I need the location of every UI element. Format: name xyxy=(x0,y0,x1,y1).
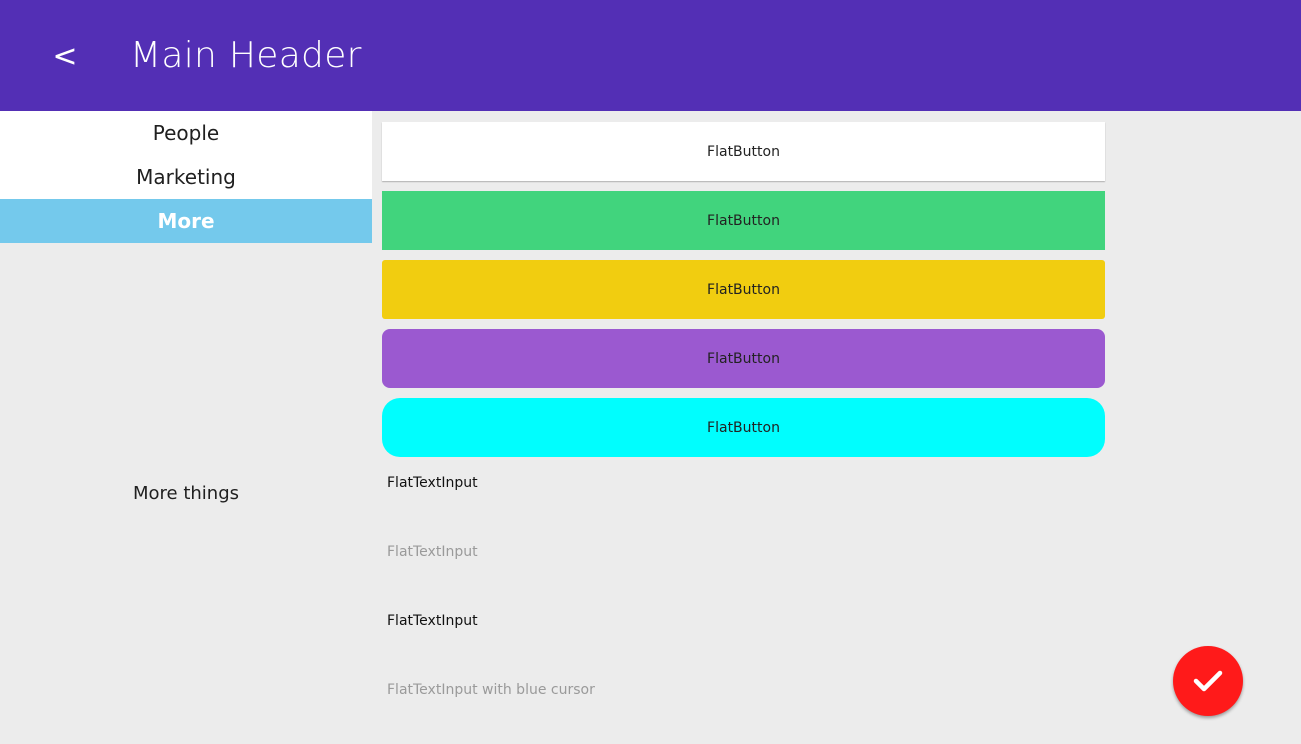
text-input-blue-cursor[interactable] xyxy=(382,655,1105,724)
text-input-list xyxy=(382,448,1105,724)
flat-button-purple[interactable]: FlatButton xyxy=(382,329,1105,388)
flat-button-green[interactable]: FlatButton xyxy=(382,191,1105,250)
button-list: FlatButton FlatButton FlatButton FlatBut… xyxy=(382,122,1105,467)
page-title: Main Header xyxy=(130,35,362,76)
sidebar-item-marketing[interactable]: Marketing xyxy=(0,155,372,199)
app-header: < Main Header xyxy=(0,0,1301,111)
sidebar-item-more[interactable]: More xyxy=(0,199,372,243)
text-input-2[interactable] xyxy=(382,517,1105,586)
confirm-fab-button[interactable] xyxy=(1173,646,1243,716)
back-button[interactable]: < xyxy=(40,28,90,84)
flat-button-yellow[interactable]: FlatButton xyxy=(382,260,1105,319)
checkmark-icon xyxy=(1193,670,1223,692)
flat-button-white[interactable]: FlatButton xyxy=(382,122,1105,181)
sidebar-menu: People Marketing More xyxy=(0,111,372,243)
sidebar-item-people[interactable]: People xyxy=(0,111,372,155)
sidebar: People Marketing More More things xyxy=(0,111,372,744)
text-input-3[interactable] xyxy=(382,586,1105,655)
sidebar-extra-text: More things xyxy=(132,483,240,504)
text-input-1[interactable] xyxy=(382,448,1105,517)
